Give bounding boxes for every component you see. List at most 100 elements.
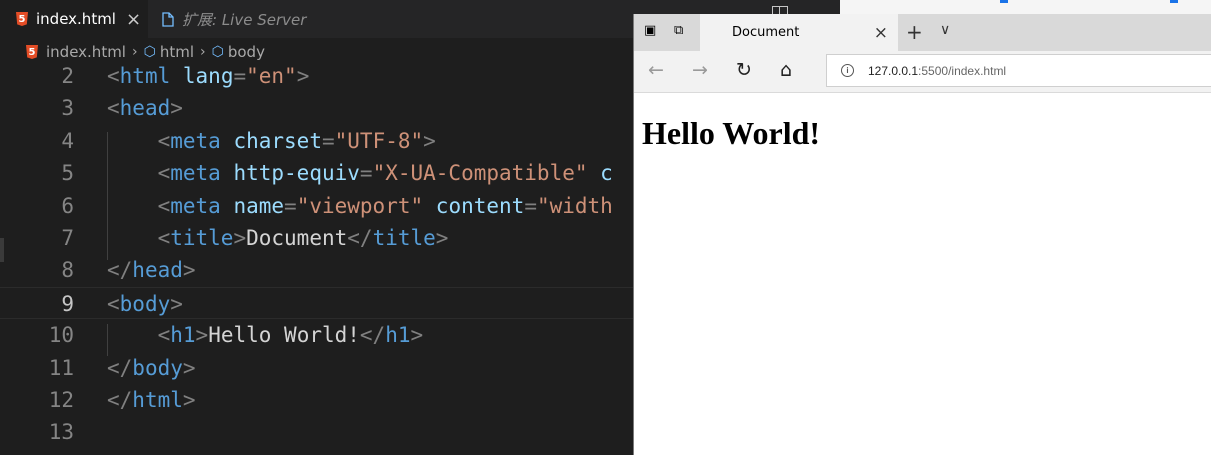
tab-index-html[interactable]: 5 index.html × [0,0,148,38]
close-tab-icon[interactable]: × [126,9,141,30]
code-token: < [157,226,171,250]
breadcrumb-label: html [159,43,194,61]
chevron-right-icon: › [200,44,206,60]
code-token: = [359,161,373,186]
line-code: <h1>Hello World!</h1> [107,319,424,351]
code-token: > [170,96,183,121]
code-token: Hello World! [208,323,360,348]
code-token: head [119,96,171,121]
code-token: </ [347,226,373,250]
browser-tab[interactable]: Document × [700,14,898,51]
code-token: </ [107,355,133,380]
code-token: name [233,193,285,218]
info-icon[interactable]: i [841,64,854,77]
breadcrumb-label: index.html [46,43,126,61]
line-number: 12 [48,388,74,412]
code-token: html [132,388,183,412]
line-number: 6 [61,193,74,218]
code-token: > [435,226,449,250]
code-token: < [107,66,120,88]
code-token: < [157,193,171,218]
document-icon [162,11,174,27]
code-token: html [119,66,171,88]
browser-toolbar: ← → ↻ ⌂ i 127.0.0.1:5500/index.html [634,51,1211,93]
line-code: <body> [107,288,183,320]
code-token: "viewport" [296,193,424,218]
close-tab-icon[interactable]: × [874,23,888,43]
code-token: < [107,291,120,316]
code-token: "en" [246,66,297,88]
refresh-icon[interactable]: ↻ [736,59,752,81]
html5-file-icon: 5 [26,45,38,59]
html5-file-icon: 5 [16,12,28,26]
line-number: 4 [61,128,74,153]
url-path: :5500/index.html [918,63,1007,78]
symbol-cube-icon: ⬡ [143,44,156,60]
line-code: </body> [107,352,196,384]
code-token: "width [536,193,613,218]
browser-window: ▣ ⧉ Document × + ∨ ← → ↻ ⌂ i 127.0.0.1:5… [633,14,1211,455]
line-number: 7 [61,226,74,250]
address-bar[interactable]: i 127.0.0.1:5500/index.html [826,54,1211,87]
code-token: Document [246,226,348,250]
code-token: = [284,193,297,218]
code-token: < [107,96,120,121]
code-token: lang [182,66,234,88]
code-token: < [157,128,171,153]
code-token: > [233,226,247,250]
tab-label: index.html [36,10,116,28]
forward-arrow-icon[interactable]: → [692,59,708,81]
code-token: "X-UA-Compatible" [372,161,588,186]
tab-live-server-extension[interactable]: 扩展: Live Server [148,0,328,38]
show-tabs-aside-icon[interactable]: ⧉ [674,24,690,38]
page-viewport: Hello World! [634,93,1211,455]
browser-tab-title: Document [732,25,800,40]
code-token: > [182,388,196,412]
code-token: meta [170,161,221,186]
symbol-cube-icon: ⬡ [211,44,224,60]
code-token: > [195,323,209,348]
breadcrumb-body[interactable]: ⬡ body [212,43,265,61]
code-token: > [410,323,424,348]
home-icon[interactable]: ⌂ [780,59,792,81]
code-token: </ [359,323,386,348]
background-mark [1000,0,1008,3]
back-arrow-icon[interactable]: ← [648,59,664,81]
line-code: <html lang="en"> [107,66,309,92]
line-code: <meta charset="UTF-8"> [107,125,436,157]
url-host: 127.0.0.1 [868,63,919,78]
code-token: "UTF-8" [334,128,424,153]
code-token: meta [170,193,221,218]
code-token: head [132,258,183,283]
code-token: </ [107,388,133,412]
new-tab-icon[interactable]: + [906,20,923,44]
breadcrumb-file[interactable]: 5 index.html [26,43,126,61]
line-code: <meta http-equiv="X-UA-Compatible" c [107,157,613,189]
code-token: title [170,226,234,250]
code-token: > [170,291,183,316]
code-token: c [600,161,613,186]
line-number: 8 [61,258,74,283]
line-number: 11 [48,355,74,380]
browser-tab-bar: ▣ ⧉ Document × + ∨ [634,14,1211,51]
line-code: </html> [107,384,196,416]
breadcrumb-html[interactable]: ⬡ html [144,43,194,61]
line-code: <head> [107,92,183,124]
code-token: > [423,128,436,153]
line-number: 13 [48,420,74,445]
tab-list-chevron-icon[interactable]: ∨ [940,22,950,38]
chevron-right-icon: › [131,44,138,60]
line-code: <title>Document</title> [107,222,449,254]
line-number: 3 [61,96,74,121]
line-number: 5 [61,161,74,186]
set-aside-tabs-icon[interactable]: ▣ [644,24,660,38]
